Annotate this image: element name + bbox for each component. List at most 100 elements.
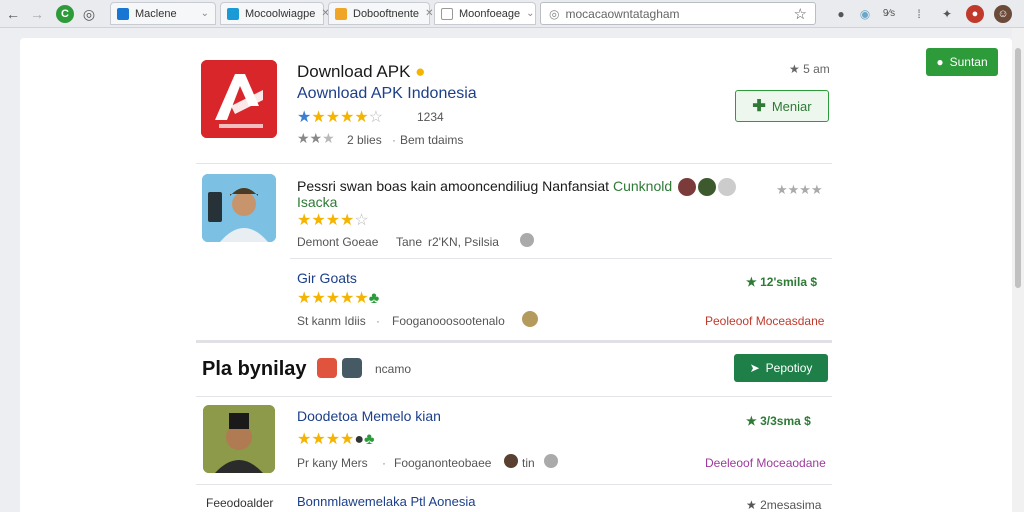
dollar-icon: $ (810, 275, 818, 289)
item-thumbnail[interactable] (202, 174, 276, 242)
reload-icon[interactable]: C (56, 5, 74, 23)
send-icon: ➤ (749, 361, 760, 375)
time-meta: ★ 5 am (789, 62, 830, 76)
item-title-text: Pessri swan boas kain amooncendiliug Nan… (297, 178, 610, 194)
pin-icon[interactable]: ⁞ (910, 5, 928, 23)
item-size: ★ 3/3sma $ (746, 414, 811, 428)
section-meta: ncamo (375, 362, 412, 376)
item-size-text: 12'smila (760, 275, 807, 289)
app-logo[interactable] (201, 60, 277, 138)
user-avatar-icon[interactable]: ☺ (994, 5, 1012, 23)
app-title[interactable]: Download APK ● (297, 62, 425, 82)
address-bar[interactable]: ◎ mocacaowntatagham ☆ (540, 2, 816, 25)
item-status: Deeleoof Moceaodane (705, 456, 826, 470)
tab-label: Moonfoeage (459, 7, 521, 20)
tab-label: Mocoolwiagpe (245, 7, 316, 20)
meta-separator: · (392, 133, 396, 147)
address-text: mocacaowntatagham (565, 6, 680, 21)
scrollbar-thumb[interactable] (1015, 48, 1021, 288)
avatar[interactable] (504, 454, 518, 468)
section-avatar[interactable] (342, 358, 362, 378)
back-icon[interactable]: ← (4, 5, 22, 23)
address-icon: ◎ (549, 6, 560, 21)
item-size-text: 3/3sma (760, 414, 801, 428)
item-meta-extra: r2'KN, Psilsia (428, 235, 499, 249)
star-small-icon: ★ (789, 62, 800, 76)
item-size: ★ 2mesasima (746, 498, 821, 512)
tab-label: Maclene (135, 7, 177, 20)
item-meta: Fooganooosootenalo (392, 314, 505, 328)
section-badge-icon (317, 358, 337, 378)
shield-icon: ● (936, 55, 944, 69)
app-subtitle[interactable]: Aownload APK Indonesia (297, 85, 477, 103)
tab-4[interactable]: Moonfoeage ⌄ (434, 2, 536, 25)
divider (196, 163, 832, 164)
dollar-icon: $ (804, 414, 811, 428)
verified-icon (520, 233, 534, 247)
rating-stars: ★★★★☆ (297, 212, 369, 229)
item-left-label: Feeodoalder (206, 496, 274, 510)
item-title[interactable]: Bonnmlawemelaka Ptl Aonesia (297, 494, 476, 509)
person-photo-icon (203, 405, 275, 473)
rating-stars: ★★★★★♣ (297, 290, 380, 307)
avatar[interactable] (698, 178, 716, 196)
bookmark-star-icon[interactable]: ☆ (794, 5, 807, 23)
item-meta: Fooganonteobaee (394, 456, 492, 470)
close-icon[interactable]: ⌄ (526, 8, 534, 19)
divider (290, 258, 832, 259)
item-meta: Tane (396, 235, 423, 249)
meta-reviews: Bem tdaims (400, 133, 464, 147)
item-title[interactable]: Doodetoa Memelo kian (297, 408, 441, 424)
close-icon[interactable]: ⌄ (201, 8, 209, 19)
close-icon[interactable]: ✕ (425, 8, 433, 19)
emoji-icon: ● (415, 62, 426, 81)
info-icon[interactable]: ◎ (80, 5, 98, 23)
tab-favicon (441, 7, 453, 20)
tab-3[interactable]: Dobooftnente ✕ (328, 2, 433, 25)
more-avatars-icon[interactable] (718, 178, 736, 196)
section-button[interactable]: ➤ Pepotioy (734, 354, 828, 382)
meta-separator: · (376, 314, 380, 328)
counter-icon[interactable]: 9⁄s (880, 5, 898, 23)
puzzle-icon[interactable]: ✦ (938, 5, 956, 23)
divider (196, 396, 832, 397)
profile-extension-icon[interactable]: ● (966, 5, 984, 23)
scrollbar[interactable] (1012, 28, 1024, 512)
star-small-icon: ★ (746, 414, 757, 428)
meta-separator: · (382, 456, 386, 470)
rating-stars: ★★★★●♣ (297, 431, 375, 448)
avatar[interactable] (678, 178, 696, 196)
install-button[interactable]: ● Suntan (926, 48, 998, 76)
item-size: ★ 12'smila $ (746, 275, 817, 289)
open-button[interactable]: ✚ Meniar (735, 90, 829, 122)
tab-favicon (227, 7, 239, 20)
open-button-label: Meniar (771, 98, 812, 114)
item-publisher: St kanm Idiis (297, 314, 366, 328)
section-divider (196, 340, 832, 343)
rating-count: 1234 (417, 110, 444, 124)
mini-rating-stars: ★★★ (297, 130, 335, 146)
item-title[interactable]: Pessri swan boas kain amooncendiliug Nan… (297, 178, 672, 194)
item-publisher: Pr kany Mers (297, 456, 368, 470)
item-title[interactable]: Gir Goats (297, 270, 357, 286)
tab-favicon (117, 7, 129, 20)
item-title-line2: Isacka (297, 194, 338, 210)
avatar[interactable] (522, 311, 538, 327)
person-photo-icon (202, 174, 276, 242)
apk-logo-icon (201, 60, 277, 138)
app-title-text: Download APK (297, 62, 411, 81)
item-status: Peoleoof Moceasdane (705, 314, 825, 328)
divider (196, 484, 832, 485)
tab-2[interactable]: Mocoolwiagpe ✕ (220, 2, 330, 25)
browser-toolbar: ← → C ◎ Maclene ⌄ Mocoolwiagpe ✕ Dobooft… (0, 0, 1024, 28)
forward-icon[interactable]: → (28, 5, 46, 23)
item-thumbnail[interactable] (203, 405, 275, 473)
extension-icon[interactable]: ● (832, 5, 850, 23)
item-publisher: Demont Goeae (297, 235, 379, 249)
plus-icon: ✚ (752, 98, 766, 115)
tab-favicon (335, 7, 347, 20)
tab-1[interactable]: Maclene ⌄ (110, 2, 216, 25)
cloud-icon[interactable]: ◉ (856, 5, 874, 23)
rating-stars: ★★★★★☆ (297, 109, 384, 126)
star-small-icon: ★ (746, 498, 757, 512)
